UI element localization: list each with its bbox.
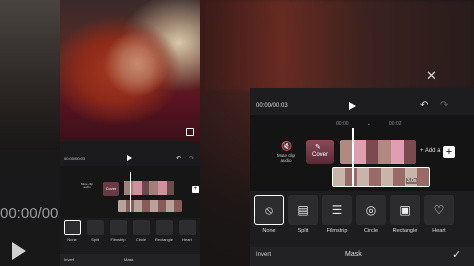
tool-none-label: None — [262, 228, 276, 234]
playhead[interactable] — [352, 128, 354, 186]
small-bottom-bar: Invert Mask — [60, 254, 200, 266]
close-icon[interactable]: ✕ — [426, 68, 437, 84]
small-clip-track[interactable] — [124, 181, 174, 195]
small-add-button[interactable]: + — [192, 186, 199, 193]
small-timecode: 00:00/00:03 — [64, 156, 86, 161]
tool-rectangle[interactable]: ▣ Rectangle — [389, 195, 421, 234]
play-button[interactable] — [349, 102, 356, 110]
tool-rectangle-label: Rectangle — [392, 228, 418, 234]
tool-split-label: Split — [297, 228, 309, 234]
small-tool-none[interactable]: None — [62, 220, 82, 242]
small-invert-button[interactable]: Invert — [64, 257, 74, 262]
none-icon: ⦸ — [265, 202, 273, 217]
undo-icon[interactable]: ↶ — [420, 100, 428, 111]
overlay-clip[interactable] — [332, 167, 430, 187]
timecode: 00:00/00:03 — [256, 103, 288, 109]
edit-icon: ✎ — [315, 144, 321, 151]
small-mute-button[interactable]: Mute clip audio — [80, 182, 94, 190]
small-tool-filmstrip[interactable]: Filmstrip — [108, 220, 128, 242]
background-play-icon — [12, 242, 26, 260]
mute-icon[interactable]: 🔇 — [281, 141, 292, 152]
invert-button[interactable]: Invert — [256, 252, 271, 258]
heart-icon: ♡ — [433, 203, 445, 217]
clip-duration: 3.0s — [406, 178, 418, 184]
add-audio-label[interactable]: + Add a — [420, 148, 441, 154]
tool-heart[interactable]: ♡ Heart — [423, 195, 455, 234]
fullscreen-icon[interactable] — [186, 128, 194, 136]
circle-icon: ◎ — [365, 203, 377, 217]
background-timecode: 00:00/00 — [0, 205, 59, 222]
time-marker-start: 00:00 — [336, 121, 349, 127]
time-marker-dot: • — [368, 122, 370, 128]
small-redo-icon[interactable]: ↷ — [189, 155, 194, 162]
mute-clip-audio-label[interactable]: Mute clip audio — [271, 153, 301, 163]
tool-circle-label: Circle — [363, 228, 379, 234]
bottom-bar — [250, 247, 474, 266]
tool-split[interactable]: ▤ Split — [287, 195, 319, 234]
small-tool-rectangle[interactable]: Rectangle — [154, 220, 174, 242]
small-play-button[interactable] — [127, 155, 132, 161]
redo-icon[interactable]: ↷ — [440, 100, 448, 111]
tool-circle[interactable]: ◎ Circle — [355, 195, 387, 234]
small-tool-split[interactable]: Split — [85, 220, 105, 242]
small-playhead — [130, 172, 131, 212]
confirm-check-icon[interactable]: ✓ — [452, 248, 461, 261]
small-tool-heart[interactable]: Heart — [177, 220, 197, 242]
rectangle-icon: ▣ — [399, 203, 411, 217]
small-tool-circle[interactable]: Circle — [131, 220, 151, 242]
small-cover-button[interactable]: Cover — [103, 182, 119, 196]
add-clip-button[interactable]: + — [443, 146, 455, 158]
tool-none[interactable]: ⦸ None — [253, 195, 285, 234]
small-undo-icon[interactable]: ↶ — [176, 155, 181, 162]
video-preview — [60, 0, 200, 142]
filmstrip-icon: ☰ — [331, 203, 343, 217]
mask-title: Mask — [345, 251, 362, 258]
small-overlay-clip[interactable] — [118, 200, 182, 212]
split-icon: ▤ — [297, 203, 309, 217]
small-mask-title: Mask — [124, 257, 134, 262]
tool-filmstrip-label: Filmstrip — [326, 228, 348, 234]
time-marker-2s: 00:02 — [389, 121, 402, 127]
tool-heart-label: Heart — [432, 228, 446, 234]
tool-filmstrip[interactable]: ☰ Filmstrip — [321, 195, 353, 234]
